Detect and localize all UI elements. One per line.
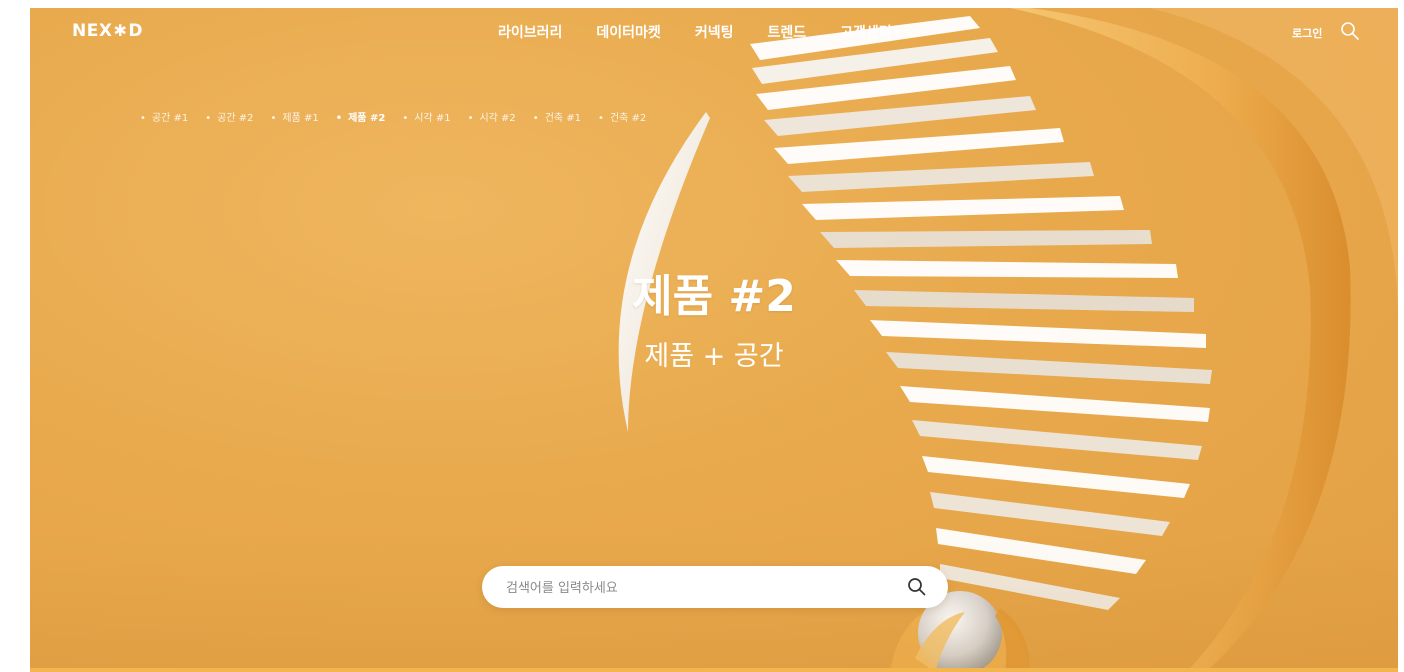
tab-label: 제품 #2 (348, 113, 386, 124)
search-icon[interactable] (1339, 20, 1361, 42)
tab-label: 건축 #2 (609, 113, 647, 124)
bullet-icon: • (270, 113, 277, 124)
logo-star-icon: ✱ (113, 20, 128, 40)
bullet-icon: • (598, 113, 604, 124)
nav-item-library[interactable]: 라이브러리 (498, 22, 562, 42)
tab-visual-2[interactable]: • 시각 #2 (468, 109, 516, 124)
tab-label: 제품 #1 (282, 113, 319, 124)
tab-space-2[interactable]: • 공간 #2 (205, 109, 253, 124)
nav-item-connecting[interactable]: 커넥팅 (695, 22, 734, 42)
login-link[interactable]: 로그인 (1292, 25, 1322, 41)
tab-product-2[interactable]: • 제품 #2 (336, 109, 386, 124)
tab-architecture-2[interactable]: • 건축 #2 (598, 109, 646, 124)
bullet-icon: • (140, 113, 146, 124)
main-nav: 라이브러리 데이터마켓 커넥팅 트렌드 고객센터 (498, 22, 926, 42)
bullet-icon: • (467, 113, 474, 124)
search-button-icon[interactable] (906, 576, 928, 598)
hero-subtitle: 제품 + 공간 (644, 341, 784, 372)
bottom-strip (30, 668, 1398, 672)
logo-text-right: D (128, 21, 143, 41)
bullet-icon: • (532, 113, 539, 124)
nav-item-trend[interactable]: 트렌드 (767, 22, 806, 42)
tab-label: 건축 #1 (544, 113, 582, 124)
hero-title: 제품 #2 (632, 271, 796, 322)
tab-product-1[interactable]: • 제품 #1 (270, 109, 318, 124)
nav-item-customer-center[interactable]: 고객센터 (840, 22, 892, 42)
tab-label: 공간 #1 (151, 113, 189, 124)
search-input[interactable] (504, 566, 888, 610)
bullet-icon: • (335, 113, 343, 124)
nav-item-data-market[interactable]: 데이터마켓 (596, 22, 660, 42)
tab-visual-1[interactable]: • 시각 #1 (402, 109, 450, 124)
tab-label: 시각 #2 (479, 113, 516, 124)
tab-space-1[interactable]: • 공간 #1 (140, 109, 188, 124)
search-box (482, 566, 948, 610)
category-tabs: • 공간 #1 • 공간 #2 • 제품 #1 • 제품 #2 • 시각 #1 • 시각 #… (140, 109, 663, 124)
bullet-icon: • (402, 113, 409, 124)
bullet-icon: • (205, 113, 212, 124)
tab-label: 시각 #1 (414, 113, 451, 124)
hero-banner: NEX ✱ D 라이브러리 데이터마켓 커넥팅 트렌드 고객센터 로그인 • 공간… (30, 8, 1398, 672)
logo-text-left: NEX (72, 21, 113, 41)
tab-label: 공간 #2 (217, 113, 254, 124)
tab-architecture-1[interactable]: • 건축 #1 (533, 109, 581, 124)
brand-logo[interactable]: NEX ✱ D (72, 20, 143, 42)
